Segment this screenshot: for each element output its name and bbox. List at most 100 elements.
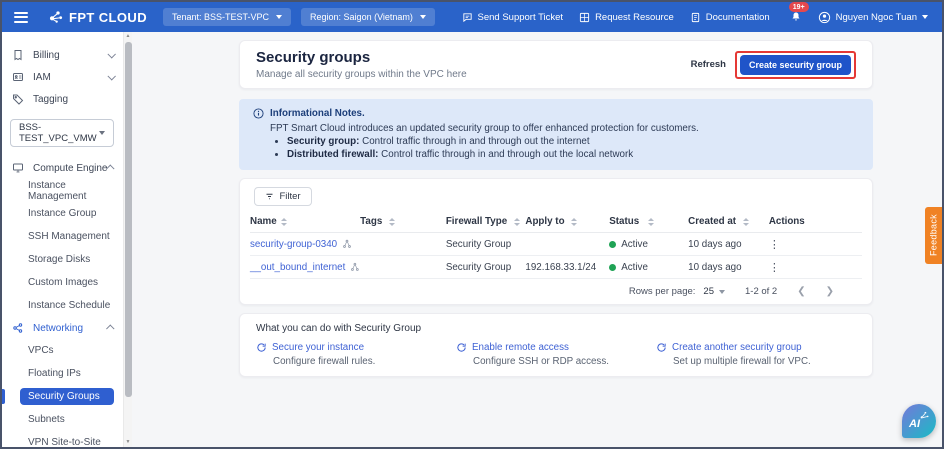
- sidebar-item-ssh-management[interactable]: SSH Management: [2, 225, 122, 248]
- region-selector[interactable]: Region: Saigon (Vietnam): [301, 8, 435, 26]
- security-group-link[interactable]: security-group-0340: [250, 239, 337, 250]
- send-support-ticket-link[interactable]: Send Support Ticket: [462, 12, 564, 23]
- scroll-up-arrow-icon[interactable]: ▲: [126, 33, 131, 40]
- column-header-tags[interactable]: Tags: [360, 216, 446, 227]
- column-header-apply-to[interactable]: Apply to: [525, 216, 609, 227]
- scroll-down-arrow-icon[interactable]: ▼: [126, 439, 131, 446]
- circular-arrow-icon: [656, 342, 667, 353]
- sidebar-section-compute-engine[interactable]: Compute Engine: [2, 157, 122, 179]
- documentation-link[interactable]: Documentation: [690, 12, 770, 23]
- vpc-selector-dropdown[interactable]: BSS-TEST_VPC_VMW: [10, 119, 114, 147]
- bell-icon: [790, 11, 802, 23]
- ai-molecule-icon: [919, 410, 930, 421]
- cell-firewall-type: Security Group: [446, 239, 526, 250]
- request-resource-link[interactable]: Request Resource: [579, 12, 674, 23]
- chevron-down-icon: [922, 15, 928, 19]
- fpt-molecule-icon: [48, 9, 64, 25]
- topology-icon: [342, 239, 352, 249]
- quick-actions-title: What you can do with Security Group: [256, 323, 856, 334]
- column-header-name[interactable]: Name: [250, 216, 360, 227]
- tenant-label: Tenant: BSS-TEST-VPC: [172, 12, 269, 22]
- sort-icon[interactable]: [281, 218, 287, 226]
- sort-icon[interactable]: [389, 218, 395, 226]
- sidebar-item-floating-ips[interactable]: Floating IPs: [2, 362, 122, 385]
- vpc-selector-value: BSS-TEST_VPC_VMW: [19, 122, 99, 144]
- scrollbar-thumb[interactable]: [125, 42, 132, 397]
- iam-icon: [12, 71, 25, 84]
- tag-icon: [12, 93, 25, 106]
- info-bullet: Security group: Control traffic through …: [287, 136, 859, 147]
- info-icon: [253, 108, 264, 119]
- navbar-right: Send Support Ticket Request Resource Doc…: [462, 11, 929, 24]
- rows-per-page-label: Rows per page:: [629, 286, 696, 297]
- sidebar-item-tagging[interactable]: Tagging: [2, 88, 122, 110]
- top-navbar: FPT CLOUD Tenant: BSS-TEST-VPC Region: S…: [2, 2, 942, 32]
- cell-created-at: 10 days ago: [688, 239, 763, 250]
- sidebar-item-instance-management[interactable]: Instance Management: [2, 179, 122, 202]
- create-security-group-button[interactable]: Create security group: [740, 55, 851, 75]
- sidebar-item-subnets[interactable]: Subnets: [2, 408, 122, 431]
- filter-button[interactable]: Filter: [254, 187, 312, 206]
- info-title: Informational Notes.: [270, 108, 365, 119]
- rows-per-page-select[interactable]: 25: [703, 286, 725, 297]
- column-header-firewall-type[interactable]: Firewall Type: [446, 216, 526, 227]
- status-dot: [609, 264, 616, 271]
- filter-funnel-icon: [265, 192, 274, 201]
- cell-firewall-type: Security Group: [446, 262, 526, 273]
- next-page-button[interactable]: ❯: [826, 286, 834, 297]
- enable-remote-access-link[interactable]: Enable remote access: [472, 342, 569, 353]
- sort-icon[interactable]: [514, 218, 520, 226]
- refresh-button[interactable]: Refresh: [691, 59, 726, 70]
- page-header-card: Security groups Manage all security grou…: [239, 40, 873, 89]
- sidebar-item-custom-images[interactable]: Custom Images: [2, 271, 122, 294]
- sidebar-item-iam[interactable]: IAM: [2, 66, 122, 88]
- document-icon: [690, 12, 701, 23]
- sidebar-item-billing[interactable]: Billing: [2, 44, 122, 66]
- security-groups-table-card: Filter Name Tags Firewall Type: [239, 178, 873, 305]
- quick-action-subtitle: Set up multiple firewall for VPC.: [673, 356, 856, 367]
- sidebar-item-security-groups[interactable]: Security Groups: [20, 388, 114, 405]
- column-header-created-at[interactable]: Created at: [688, 216, 763, 227]
- info-bullet-list: Security group: Control traffic through …: [287, 136, 859, 160]
- chevron-down-icon: [719, 290, 725, 294]
- sort-icon[interactable]: [571, 218, 577, 226]
- quick-actions-card: What you can do with Security Group Secu…: [239, 313, 873, 377]
- sidebar: Billing IAM Taggi: [2, 32, 132, 447]
- chevron-down-icon: [420, 15, 426, 19]
- hamburger-menu-icon[interactable]: [14, 12, 28, 23]
- sidebar-item-instance-schedule[interactable]: Instance Schedule: [2, 294, 122, 317]
- quick-action-subtitle: Configure SSH or RDP access.: [473, 356, 656, 367]
- tenant-selector[interactable]: Tenant: BSS-TEST-VPC: [163, 8, 291, 26]
- info-intro: FPT Smart Cloud introduces an updated se…: [270, 123, 859, 134]
- row-actions-menu-icon[interactable]: ⋮: [769, 261, 780, 274]
- billing-icon: [12, 49, 25, 62]
- row-actions-menu-icon[interactable]: ⋮: [769, 238, 780, 251]
- table-row: __out_bound_internet Security Group 192.…: [250, 256, 862, 279]
- sidebar-item-vpcs[interactable]: VPCs: [2, 339, 122, 362]
- quick-action-create-security-group: Create another security group Set up mul…: [656, 342, 856, 367]
- table-row: security-group-0340 Security Group Activ…: [250, 233, 862, 256]
- sidebar-section-networking[interactable]: Networking: [2, 317, 122, 339]
- notifications-button[interactable]: 19+: [790, 11, 802, 23]
- network-icon: [12, 322, 25, 335]
- create-another-security-group-link[interactable]: Create another security group: [672, 342, 802, 353]
- chevron-down-icon: [107, 72, 115, 80]
- sort-icon[interactable]: [648, 218, 654, 226]
- previous-page-button[interactable]: ❮: [797, 286, 805, 297]
- circular-arrow-icon: [256, 342, 267, 353]
- security-group-link[interactable]: __out_bound_internet: [250, 262, 345, 273]
- sidebar-item-vpn-site-to-site[interactable]: VPN Site-to-Site: [2, 431, 122, 447]
- feedback-tab[interactable]: Feedback: [925, 207, 942, 264]
- cell-status: Active: [609, 239, 688, 250]
- column-header-status[interactable]: Status: [609, 216, 688, 227]
- status-badge: Active: [621, 262, 648, 273]
- sidebar-item-instance-group[interactable]: Instance Group: [2, 202, 122, 225]
- sidebar-item-storage-disks[interactable]: Storage Disks: [2, 248, 122, 271]
- monitor-icon: [12, 162, 25, 175]
- sort-icon[interactable]: [743, 218, 749, 226]
- secure-instance-link[interactable]: Secure your instance: [272, 342, 364, 353]
- informational-notes-box: Informational Notes. FPT Smart Cloud int…: [239, 99, 873, 170]
- user-menu[interactable]: Nguyen Ngoc Tuan: [818, 11, 928, 24]
- ai-assistant-button[interactable]: AI: [902, 404, 936, 438]
- sidebar-scrollbar[interactable]: ▲ ▼: [123, 32, 132, 447]
